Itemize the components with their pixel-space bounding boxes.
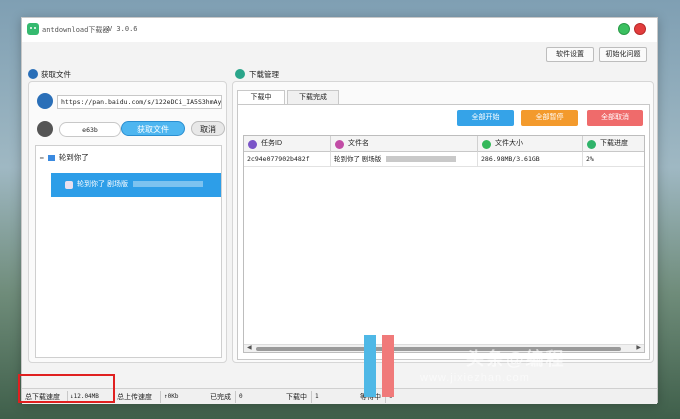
watermark-url: www.jixiezhan.com [420,372,530,384]
status-bar: 总下载速度 ↓12.04MB 总上传速度 ↑0Kb 已完成 0 下载中 1 等待… [22,388,657,404]
minimize-button[interactable] [618,23,630,35]
file-tree: ━ 轮到你了 轮到你了 剧场版 [35,145,222,358]
android-app-icon [27,23,39,35]
scroll-right-icon[interactable]: ▶ [636,344,641,351]
table-row[interactable]: 2c94e077902b482f 轮到你了 剧场版 286.98MB/3.61G… [244,152,644,167]
watermark-figure-blue [364,335,376,397]
file-size-icon [482,140,491,149]
tree-root-label: 轮到你了 [58,153,89,162]
col-file-size-label: 文件大小 [495,140,523,147]
pause-all-button[interactable]: 全部暂停 [521,110,578,126]
lock-icon [37,121,53,137]
close-button[interactable] [634,23,646,35]
collapse-icon[interactable]: ━ [40,156,44,162]
col-progress-label: 下载进度 [600,140,628,147]
fetch-file-button[interactable]: 获取文件 [121,121,185,136]
tab-downloading[interactable]: 下载中 [237,90,285,105]
highlight-box [18,374,115,403]
blurred-text [132,181,203,188]
completed-label: 已完成 [210,394,231,401]
fetch-files-title: 获取文件 [41,70,71,79]
blurred-text [386,156,457,163]
divider [235,391,236,403]
folder-icon [47,155,55,162]
cell-task-id: 2c94e077902b482f [244,152,331,167]
col-file-size[interactable]: 文件大小 [478,136,583,152]
downloading-tab-content: 全部开始 全部暂停 全部取消 任务ID 文件名 文件大小 下载进度 2c94e0… [237,104,650,360]
init-issues-button[interactable]: 初始化问题 [599,47,647,62]
tree-selected-item[interactable]: 轮到你了 剧场版 [51,173,221,197]
download-manager-title: 下载管理 [249,70,279,79]
video-file-icon [65,181,73,189]
extract-code-input[interactable]: e63b [59,122,121,137]
start-all-button[interactable]: 全部开始 [457,110,514,126]
cell-progress: 2% [586,155,594,163]
col-file-name[interactable]: 文件名 [331,136,478,152]
col-progress[interactable]: 下载进度 [583,136,645,152]
cell-file-name: 轮到你了 剧场版 [331,152,478,167]
link-icon [37,93,53,109]
fetch-files-panel: https://pan.baidu.com/s/122eDCi_IA5S3hmA… [28,81,227,363]
app-title: antdownload下载器 [42,26,110,34]
divider [311,391,312,403]
download-manager-icon [235,69,245,79]
table-header: 任务ID 文件名 文件大小 下载进度 [244,136,644,152]
title-bar: antdownload下载器 V 3.0.6 [22,18,657,42]
search-icon [28,69,38,79]
download-manager-panel: 下载中 下载完成 全部开始 全部暂停 全部取消 任务ID 文件名 文件大小 下载… [232,81,654,363]
cell-file-name-text: 轮到你了 剧场版 [334,156,382,163]
total-upload-label: 总上传速度 [117,394,152,401]
tree-root-item[interactable]: ━ 轮到你了 [40,152,89,163]
col-task-id[interactable]: 任务ID [244,136,331,152]
watermark-text: 头条@编程 [466,349,566,369]
scroll-left-icon[interactable]: ◀ [247,344,252,351]
download-table: 任务ID 文件名 文件大小 下载进度 2c94e077902b482f 轮到你了… [243,135,645,353]
cancel-fetch-button[interactable]: 取消 [191,121,225,136]
app-version: V 3.0.6 [108,25,138,33]
file-name-icon [335,140,344,149]
tab-completed[interactable]: 下载完成 [287,90,339,105]
horizontal-scrollbar[interactable]: ◀ ▶ [244,344,644,352]
cancel-all-button[interactable]: 全部取消 [587,110,643,126]
progress-icon [587,140,596,149]
task-id-icon [248,140,257,149]
cell-file-size: 286.98MB/3.61GB [478,152,583,167]
divider [160,391,161,403]
downloading-value: 1 [315,393,319,400]
col-file-name-label: 文件名 [348,140,369,147]
downloading-label: 下载中 [286,394,307,401]
url-input[interactable]: https://pan.baidu.com/s/122eDCi_IA5S3hmA… [57,95,222,109]
software-settings-button[interactable]: 软件设置 [546,47,594,62]
watermark-figure-red [382,335,394,397]
tree-item-label: 轮到你了 剧场版 [77,181,128,188]
total-upload-value: ↑0Kb [164,393,179,400]
col-task-id-label: 任务ID [261,140,282,147]
scroll-thumb[interactable] [256,347,621,351]
completed-value: 0 [239,393,243,400]
